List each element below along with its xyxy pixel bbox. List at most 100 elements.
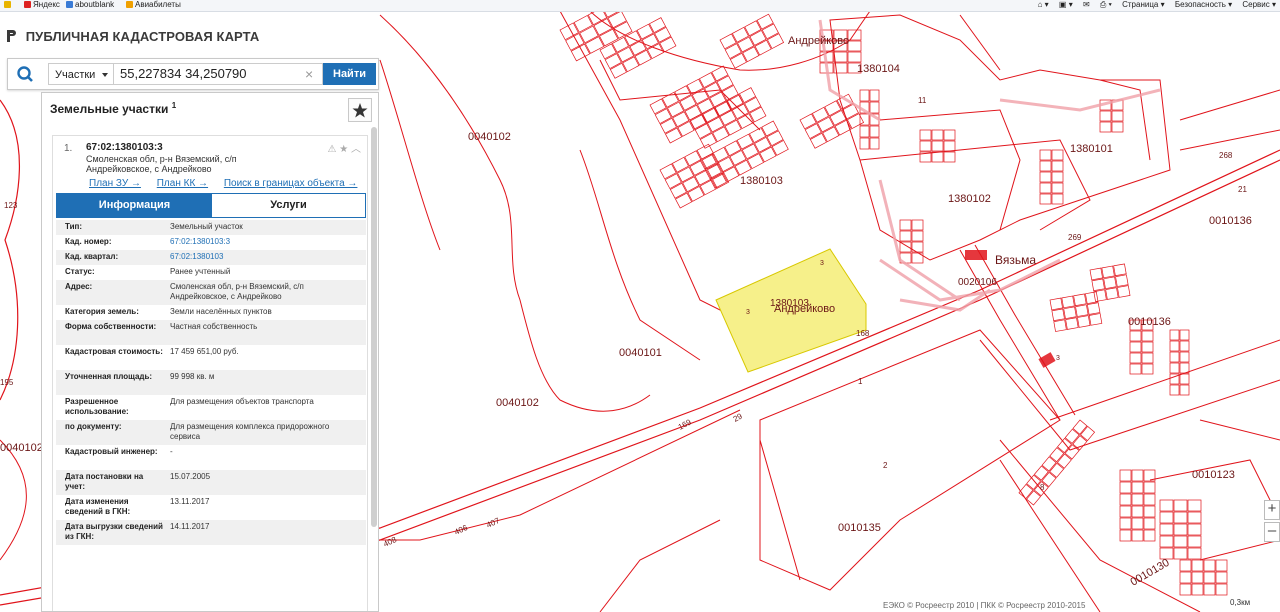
app-logo[interactable]: ПУБЛИЧНАЯ КАДАСТРОВАЯ КАРТА [6, 29, 259, 44]
chevron-up-icon[interactable]: ︿ [351, 144, 361, 155]
search-type-select[interactable]: Участки [48, 63, 114, 85]
print-icon[interactable]: ⎙ ▾ [1100, 0, 1112, 9]
plot-cell [899, 230, 912, 242]
plot-cell [1179, 329, 1190, 341]
plot-cell [911, 230, 924, 242]
info-key: Категория земель: [65, 307, 139, 316]
zoom-in-button[interactable]: + [1264, 500, 1280, 520]
map-label: 123 [4, 201, 18, 210]
plot-cell [1049, 297, 1063, 311]
plot-cell [1179, 559, 1192, 572]
map-label: 269 [1068, 233, 1082, 242]
plot-cell [1159, 535, 1174, 548]
feeds-icon[interactable]: ▣ ▾ [1059, 0, 1073, 9]
plot-cell [1072, 419, 1088, 435]
plot-cell [1169, 340, 1180, 352]
map-label: 8 [1040, 483, 1045, 492]
page-menu[interactable]: Страница ▾ [1122, 0, 1165, 9]
plot-cell [1159, 511, 1174, 524]
map-label: 407 [485, 516, 501, 530]
plot-cell [931, 129, 944, 141]
plot-grid [899, 219, 924, 264]
warning-icon[interactable]: ⚠ [328, 144, 337, 155]
search-input[interactable]: 55,227834 34,250790 [114, 63, 323, 85]
plot-grid [689, 87, 767, 149]
plot-cell [1119, 469, 1132, 482]
card-actions: ⚠ ★ ︿ [328, 140, 362, 155]
plot-grid [1159, 499, 1202, 560]
favorites-button[interactable] [348, 98, 372, 122]
info-value: Для размещения объектов транспорта [170, 397, 314, 406]
map-label: 1380103 [770, 298, 809, 309]
plot-cell [1033, 465, 1049, 481]
plot-cell [1129, 352, 1142, 364]
plot-cell [1143, 481, 1156, 494]
map-label: 0010135 [838, 522, 881, 534]
plot-cell [1039, 149, 1052, 161]
plot-cell [1057, 437, 1072, 454]
plan-kk-link[interactable]: План КК → [157, 178, 208, 189]
star-icon[interactable]: ★ [339, 144, 348, 155]
plot-cell [1093, 289, 1107, 302]
favorites-bar: Яндекс aboutblank Авиабилеты ⌂ ▾ ▣ ▾ ✉ ⎙… [0, 0, 1280, 12]
home-icon[interactable]: ⌂ ▾ [1038, 0, 1049, 9]
map-label: 1380103 [740, 175, 783, 187]
map-label: 3 [746, 309, 750, 316]
search-in-bounds-link[interactable]: Поиск в границах объекта → [224, 178, 358, 189]
plot-cell [1159, 499, 1174, 512]
plot-cell [1049, 462, 1065, 478]
plot-cell [1215, 571, 1228, 584]
plan-zu-link[interactable]: План ЗУ → [89, 178, 141, 189]
plot-cell [1143, 529, 1156, 542]
tab-services[interactable]: Услуги [212, 194, 365, 217]
info-value[interactable]: 67:02:1380103:3 [170, 237, 360, 247]
info-value[interactable]: 67:02:1380103 [170, 252, 360, 262]
favorite-link-aviabilety[interactable]: Авиабилеты [126, 0, 181, 10]
plot-cell [943, 140, 956, 152]
search-icon[interactable] [8, 59, 44, 89]
info-row: Дата постановки на учет: 15.07.2005 [56, 470, 366, 495]
plot-cell [899, 219, 912, 231]
map-attribution: ЕЭКО © Росреестр 2010 | ПКК © Росреестр … [883, 601, 1086, 610]
plot-cell [943, 129, 956, 141]
favorite-link-aboutblank[interactable]: aboutblank [66, 0, 114, 10]
ie-page-icon [66, 1, 73, 8]
plot-cell [1129, 363, 1142, 375]
plot-cell [1141, 341, 1154, 353]
favorite-link-yandex[interactable]: Яндекс [24, 0, 60, 10]
map-label: 169 [677, 417, 693, 431]
plot-cell [1073, 293, 1087, 307]
plot-cell [943, 151, 956, 163]
plot-cell [1119, 481, 1132, 494]
info-value: 13.11.2017 [170, 497, 210, 506]
plot-cell [1173, 535, 1188, 548]
page-title: ПУБЛИЧНАЯ КАДАСТРОВАЯ КАРТА [25, 29, 260, 44]
info-key: по документу: [65, 422, 122, 431]
plot-grid [1049, 291, 1103, 332]
plot-cell [911, 219, 924, 231]
info-key: Статус: [65, 267, 95, 276]
plot-cell [931, 151, 944, 163]
plot-cell [1053, 319, 1067, 332]
clear-icon[interactable]: × [305, 63, 313, 85]
tab-info[interactable]: Информация [57, 194, 212, 217]
plot-cell [1086, 302, 1101, 315]
map-label: 406 [453, 523, 469, 537]
result-card: 1. 67:02:1380103:3 Смоленская обл, р-н В… [52, 135, 368, 611]
panel-scrollbar[interactable] [371, 127, 377, 527]
info-table: Тип: Земельный участок Кад. номер: 67:02:13… [56, 220, 366, 545]
search-button[interactable]: Найти [323, 63, 376, 85]
mail-icon[interactable]: ✉ [1083, 0, 1090, 9]
cadastral-number[interactable]: 67:02:1380103:3 [86, 142, 163, 153]
zoom-out-button[interactable]: – [1264, 522, 1280, 542]
info-key: Дата выгрузки сведений из ГКН: [65, 522, 163, 541]
tools-menu[interactable]: Сервис ▾ [1242, 0, 1276, 9]
security-menu[interactable]: Безопасность ▾ [1175, 0, 1232, 9]
plot-cell [1131, 481, 1144, 494]
favorites-star-icon[interactable] [4, 0, 13, 10]
plot-grid [1179, 559, 1228, 596]
map-label: 0020106 [958, 277, 997, 288]
plot-cell [1179, 571, 1192, 584]
zoom-controls: + – [1264, 500, 1280, 544]
plot-cell [847, 51, 862, 63]
